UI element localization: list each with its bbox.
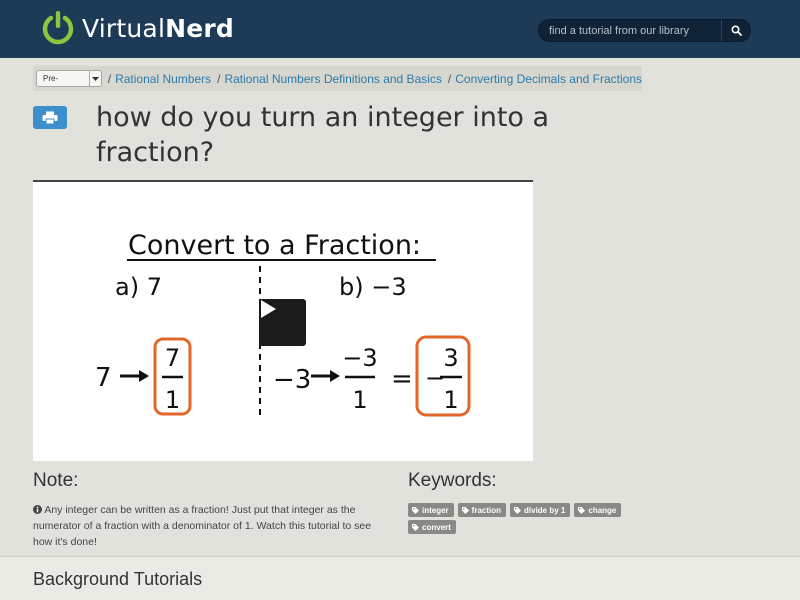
background-tutorials-section: Background Tutorials xyxy=(0,556,800,600)
video-part-a: a) 7 xyxy=(115,273,162,301)
video-a-integer: 7 xyxy=(95,363,112,393)
subject-select-label: Pre-Algebra xyxy=(43,74,59,83)
keywords-heading: Keywords: xyxy=(408,470,497,491)
search-bar xyxy=(538,19,751,42)
page-title: how do you turn an integer into a fracti… xyxy=(96,102,550,168)
print-button[interactable] xyxy=(33,106,67,129)
search-button[interactable] xyxy=(721,19,751,42)
keyword-tag-integer[interactable]: integer xyxy=(408,503,454,517)
breadcrumb-definitions-basics[interactable]: Rational Numbers Definitions and Basics xyxy=(224,72,441,86)
background-tutorials-heading: Background Tutorials xyxy=(33,569,203,589)
tag-icon xyxy=(514,506,522,514)
video-a-numerator: 7 xyxy=(165,344,180,372)
printer-icon xyxy=(42,111,58,124)
video-b-integer: −3 xyxy=(273,365,311,395)
play-icon xyxy=(261,300,276,318)
keyword-tags: integer fraction divide by 1 change conv… xyxy=(408,503,648,534)
breadcrumb-separator: / xyxy=(217,71,221,86)
video-b-result-numerator: 3 xyxy=(443,344,458,372)
brand-regular: Virtual xyxy=(82,13,166,43)
info-icon xyxy=(33,505,42,514)
keyword-tag-change[interactable]: change xyxy=(574,503,622,517)
tag-icon xyxy=(461,506,469,514)
video-b-result-denominator: 1 xyxy=(443,386,458,414)
subject-select[interactable]: Pre-Algebra xyxy=(36,70,102,87)
site-logo-text: VirtualNerd xyxy=(82,14,234,43)
video-player[interactable]: Convert to a Fraction: a) 7 b) −3 7 7 1 … xyxy=(33,180,533,461)
play-button[interactable] xyxy=(259,299,306,346)
keyword-tag-label: fraction xyxy=(471,505,502,515)
video-b-denominator: 1 xyxy=(352,386,367,414)
tag-icon xyxy=(412,523,419,531)
note-body: Any integer can be written as a fraction… xyxy=(33,504,372,548)
keyword-tag-label: change xyxy=(588,505,617,515)
site-header: VirtualNerd xyxy=(0,0,800,58)
breadcrumb-rational-numbers[interactable]: Rational Numbers xyxy=(115,72,211,86)
breadcrumb: Pre-Algebra / Rational Numbers / Rationa… xyxy=(33,66,642,91)
video-part-b: b) −3 xyxy=(339,273,407,301)
note-heading: Note: xyxy=(33,470,79,491)
video-a-denominator: 1 xyxy=(165,386,180,414)
keyword-tag-convert[interactable]: convert xyxy=(408,520,456,534)
search-input[interactable] xyxy=(538,19,721,42)
keyword-tag-fraction[interactable]: fraction xyxy=(457,503,507,517)
video-heading: Convert to a Fraction: xyxy=(128,230,421,261)
tag-icon xyxy=(412,506,419,514)
brand-bold: Nerd xyxy=(165,13,234,43)
keyword-tag-divide-by-1[interactable]: divide by 1 xyxy=(510,503,571,517)
note-text: Any integer can be written as a fraction… xyxy=(33,502,378,550)
breadcrumb-converting-decimals[interactable]: Converting Decimals and Fractions xyxy=(455,72,642,86)
power-logo-icon xyxy=(42,11,74,45)
breadcrumb-separator: / xyxy=(447,71,452,86)
site-logo[interactable]: VirtualNerd xyxy=(40,9,234,47)
keyword-tag-label: integer xyxy=(422,505,449,515)
chevron-down-icon xyxy=(88,71,101,86)
tag-icon xyxy=(578,506,586,514)
keyword-tag-label: divide by 1 xyxy=(524,505,566,515)
video-b-numerator: −3 xyxy=(342,344,377,372)
search-icon xyxy=(730,25,742,36)
breadcrumb-separator: / xyxy=(107,71,112,86)
keyword-tag-label: convert xyxy=(422,522,451,532)
video-equals: = xyxy=(391,364,413,394)
